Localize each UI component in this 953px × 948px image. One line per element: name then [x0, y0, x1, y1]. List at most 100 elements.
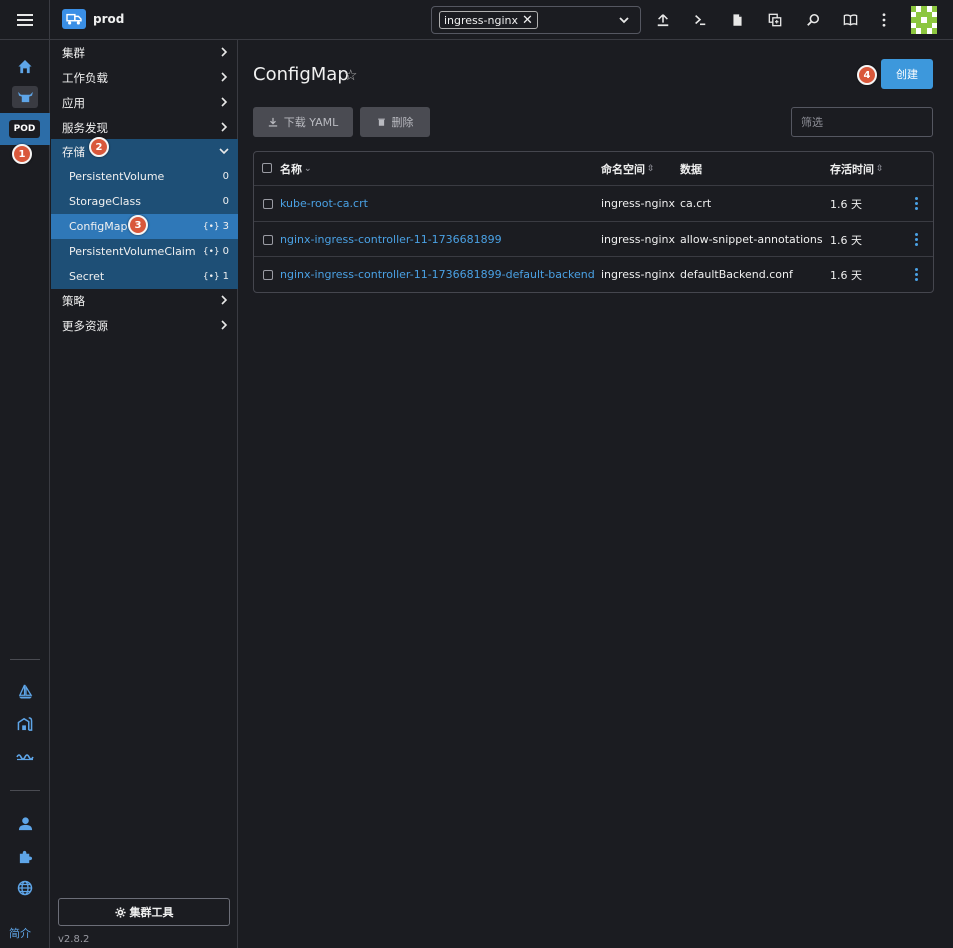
select-all-checkbox[interactable] [262, 163, 272, 173]
age-cell: 1.6 天 [830, 197, 862, 211]
table-row[interactable]: nginx-ingress-controller-11-1736681899-d… [254, 256, 933, 291]
sub-item-label: ConfigMap [69, 220, 128, 233]
nav-item-label: 服务发现 [62, 120, 108, 135]
cluster-logo-icon[interactable] [62, 9, 86, 29]
close-icon[interactable]: ✕ [522, 14, 533, 27]
column-header-data: 数据 [680, 152, 702, 186]
more-icon[interactable] [874, 10, 894, 30]
namespace-cell: ingress-nginx [601, 268, 675, 281]
table-row[interactable]: nginx-ingress-controller-11-1736681899 i… [254, 221, 933, 256]
column-header-label: 存活时间 [830, 163, 874, 176]
user-icon[interactable] [13, 812, 37, 834]
sort-desc-icon: ⌄ [304, 164, 312, 174]
column-header-name[interactable]: 名称 ⌄ [280, 152, 312, 186]
sub-item-count: 0 [222, 196, 229, 207]
rail-pod-item[interactable]: POD [0, 113, 50, 145]
star-icon[interactable]: ☆ [344, 66, 357, 84]
nav-item-label: 更多资源 [62, 318, 108, 333]
cluster-tools-button[interactable]: 集群工具 [58, 898, 230, 926]
table-row[interactable]: kube-root-ca.crt ingress-nginx ca.crt 1.… [254, 185, 933, 220]
search-icon[interactable] [803, 10, 823, 30]
callout-badge: 1 [12, 144, 32, 164]
hamburger-icon [16, 14, 33, 26]
globe-icon[interactable] [13, 877, 37, 899]
sub-item-persistentvolumeclaim[interactable]: PersistentVolumeClaim {•} 0 [51, 239, 238, 264]
column-header-label: 数据 [680, 163, 702, 176]
cluster-name[interactable]: prod [93, 12, 124, 26]
sub-item-count: 0 [222, 246, 229, 257]
sub-item-count-wrap: {•} 3 [203, 221, 229, 232]
delete-button[interactable]: 删除 [360, 107, 430, 137]
terminal-icon[interactable] [690, 10, 710, 30]
configmap-name-link[interactable]: kube-root-ca.crt [280, 186, 368, 221]
version-label: v2.8.2 [58, 934, 90, 945]
callout-badge: 2 [89, 137, 109, 157]
configmap-name-link[interactable]: nginx-ingress-controller-11-1736681899 [280, 222, 502, 257]
sort-icon: ⇳ [647, 164, 655, 174]
column-header-age[interactable]: 存活时间 ⇳ [830, 152, 884, 186]
about-link[interactable]: 简介 [9, 925, 31, 941]
create-button[interactable]: 创建 [881, 59, 933, 89]
sub-item-count-wrap: {•} 0 [203, 246, 229, 257]
sailboat-icon[interactable] [13, 680, 37, 702]
nav-item-label: 工作负载 [62, 70, 108, 85]
row-checkbox[interactable] [263, 199, 273, 209]
copy-icon[interactable] [765, 10, 785, 30]
nav-item-label: 策略 [62, 293, 85, 308]
fleet-icon[interactable] [13, 746, 37, 768]
download-yaml-label: 下载 YAML [283, 116, 339, 129]
row-actions-icon[interactable] [914, 197, 918, 210]
column-header-namespace[interactable]: 命名空间 ⇳ [601, 152, 655, 186]
row-checkbox[interactable] [263, 235, 273, 245]
sub-item-count: 1 [222, 271, 229, 282]
namespace-chip-label: ingress-nginx [444, 13, 518, 27]
nav-item-more-resources[interactable]: 更多资源 [51, 313, 238, 338]
extension-icon[interactable] [13, 845, 37, 867]
row-actions-icon[interactable] [914, 233, 918, 246]
sub-item-label: Secret [69, 270, 105, 283]
menu-toggle-button[interactable] [0, 0, 50, 40]
namespace-selector[interactable]: ingress-nginx ✕ [431, 6, 641, 34]
nav-item-label: 集群 [62, 45, 85, 60]
avatar[interactable] [911, 6, 937, 34]
cow-icon[interactable] [12, 86, 38, 108]
file-icon[interactable] [727, 10, 747, 30]
age-cell: 1.6 天 [830, 268, 862, 282]
nav-item-policy[interactable]: 策略 [51, 288, 238, 313]
sub-item-persistentvolume[interactable]: PersistentVolume 0 [51, 164, 238, 189]
sub-item-secret[interactable]: Secret {•} 1 [51, 264, 238, 289]
nav-item-label: 应用 [62, 95, 85, 110]
sub-item-storageclass[interactable]: StorageClass 0 [51, 189, 238, 214]
nav-item-workloads[interactable]: 工作负载 [51, 65, 238, 90]
upload-icon[interactable] [653, 10, 673, 30]
delete-label: 删除 [391, 116, 414, 129]
row-actions-icon[interactable] [914, 268, 918, 281]
home-icon[interactable] [13, 55, 37, 77]
nav-item-label: 存储 [62, 144, 85, 159]
nav-item-apps[interactable]: 应用 [51, 90, 238, 115]
filter-input[interactable] [791, 107, 933, 137]
sort-icon: ⇳ [876, 164, 884, 174]
chevron-down-icon[interactable] [618, 14, 630, 26]
nav-item-storage[interactable]: 存储 [51, 139, 238, 164]
sub-item-count: 0 [222, 171, 229, 182]
farm-icon[interactable] [13, 712, 37, 734]
column-header-label: 命名空间 [601, 163, 645, 176]
sub-item-label: PersistentVolume [69, 170, 165, 183]
book-icon[interactable] [840, 10, 860, 30]
namespace-cell: ingress-nginx [601, 233, 675, 246]
nav-item-service-discovery[interactable]: 服务发现 [51, 115, 238, 140]
namespaced-icon: {•} [202, 247, 220, 257]
nav-item-cluster[interactable]: 集群 [51, 40, 238, 65]
data-cell: defaultBackend.conf [680, 268, 793, 281]
configmap-name-link[interactable]: nginx-ingress-controller-11-1736681899-d… [280, 257, 595, 292]
download-yaml-button[interactable]: 下载 YAML [253, 107, 353, 137]
callout-badge: 3 [128, 215, 148, 235]
row-checkbox[interactable] [263, 270, 273, 280]
page-title: ConfigMap [253, 64, 349, 85]
sub-item-count: 3 [222, 221, 229, 232]
gear-icon [114, 906, 126, 918]
data-cell: allow-snippet-annotations [680, 233, 823, 246]
namespace-chip[interactable]: ingress-nginx ✕ [439, 11, 538, 29]
divider [10, 790, 40, 791]
